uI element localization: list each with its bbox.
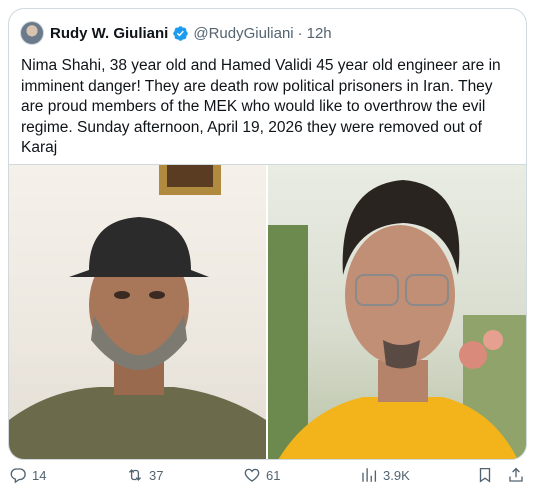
reply-count: 14 (32, 467, 47, 483)
views-button[interactable]: 3.9K (360, 466, 410, 484)
tweet-actions: 14 37 61 3.9K (0, 466, 540, 488)
bookmark-button[interactable] (476, 466, 494, 484)
views-chart-icon (362, 468, 377, 482)
tweet-card[interactable]: Rudy W. Giuliani @RudyGiuliani · 12h Nim… (8, 8, 527, 460)
separator: · (297, 24, 303, 42)
reply-button[interactable]: 14 (9, 466, 46, 484)
heart-icon (244, 468, 260, 482)
photo-hamed-validi[interactable] (268, 165, 526, 459)
tweet-text: Nima Shahi, 38 year old and Hamed Validi… (21, 57, 501, 156)
avatar[interactable] (20, 21, 44, 45)
tweet-header: Rudy W. Giuliani @RudyGiuliani · 12h (20, 21, 332, 45)
bookmark-icon (479, 467, 491, 483)
portrait-left-graphic (9, 165, 266, 459)
share-button[interactable] (507, 466, 525, 484)
tweet-media[interactable] (9, 164, 526, 459)
timestamp[interactable]: 12h (307, 25, 332, 42)
verified-badge-icon (173, 25, 189, 41)
repost-button[interactable]: 37 (126, 466, 163, 484)
like-count: 61 (266, 467, 281, 483)
repost-icon (128, 469, 142, 481)
author-handle[interactable]: @RudyGiuliani (193, 25, 293, 42)
reply-icon (10, 468, 26, 484)
like-button[interactable]: 61 (243, 466, 280, 484)
views-count: 3.9K (383, 467, 410, 483)
photo-nima-shahi[interactable] (9, 165, 268, 459)
repost-count: 37 (149, 467, 164, 483)
share-icon (509, 467, 523, 482)
author-name[interactable]: Rudy W. Giuliani (50, 25, 168, 42)
portrait-right-graphic (268, 180, 526, 459)
